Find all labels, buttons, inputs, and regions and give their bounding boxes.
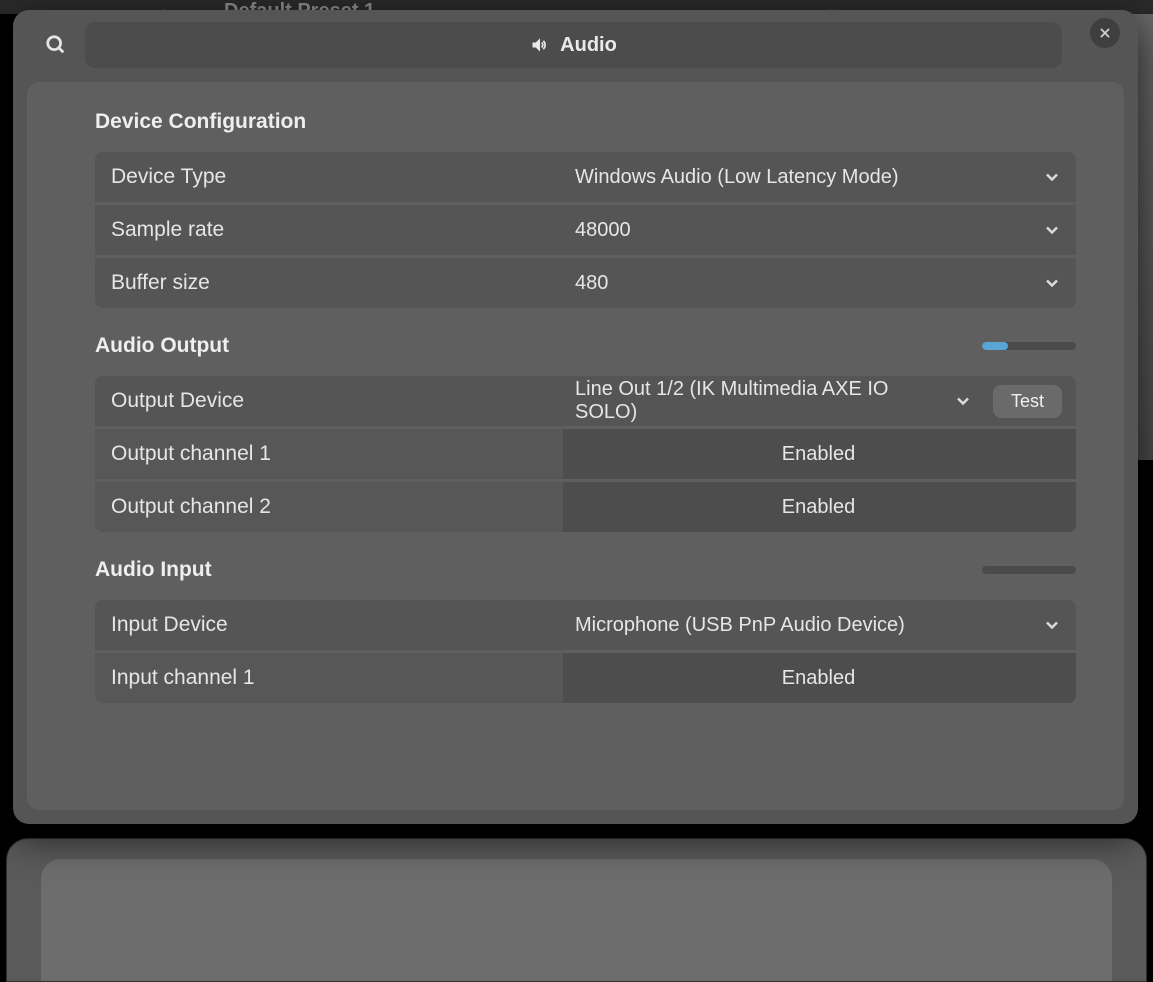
status-text: Enabled: [782, 496, 855, 519]
section-heading-label: Device Configuration: [95, 110, 306, 134]
section-audio-input-heading: Audio Input: [95, 558, 1076, 582]
status-text: Enabled: [782, 667, 855, 690]
section-heading-label: Audio Output: [95, 334, 229, 358]
output-level-fill: [982, 342, 1008, 350]
buffer-size-select[interactable]: 480: [563, 258, 1076, 308]
chevron-down-icon: [953, 391, 973, 411]
output-channel-2-status[interactable]: Enabled: [563, 482, 1076, 532]
output-level-meter: [982, 342, 1076, 350]
section-device-configuration-heading: Device Configuration: [95, 110, 1076, 134]
chevron-down-icon: [1042, 167, 1062, 187]
audio-settings-dialog: Audio Device Configuration Device Type W…: [13, 10, 1138, 824]
input-channel-1-row: Input channel 1 Enabled: [95, 653, 1076, 703]
sample-rate-label: Sample rate: [95, 205, 563, 255]
device-configuration-group: Device Type Windows Audio (Low Latency M…: [95, 152, 1076, 308]
buffer-size-value: 480: [575, 272, 608, 295]
dialog-header: Audio: [13, 10, 1138, 80]
section-audio-output-heading: Audio Output: [95, 334, 1076, 358]
dialog-title: Audio: [560, 34, 617, 57]
input-device-select[interactable]: Microphone (USB PnP Audio Device): [563, 600, 1076, 650]
dialog-title-bar: Audio: [85, 22, 1062, 68]
output-device-row[interactable]: Output Device Line Out 1/2 (IK Multimedi…: [95, 376, 1076, 426]
output-device-label: Output Device: [95, 376, 563, 426]
input-level-meter: [982, 566, 1076, 574]
chevron-down-icon: [1042, 273, 1062, 293]
input-channel-1-label: Input channel 1: [95, 653, 563, 703]
buffer-size-label: Buffer size: [95, 258, 563, 308]
chevron-down-icon: [1042, 615, 1062, 635]
audio-output-group: Output Device Line Out 1/2 (IK Multimedi…: [95, 376, 1076, 532]
speaker-icon: [530, 35, 550, 55]
section-heading-label: Audio Input: [95, 558, 212, 582]
output-channel-2-label: Output channel 2: [95, 482, 563, 532]
background-lower-panel: [6, 838, 1147, 982]
output-channel-1-status[interactable]: Enabled: [563, 429, 1076, 479]
background-lower-inner: [41, 859, 1112, 981]
buffer-size-row[interactable]: Buffer size 480: [95, 258, 1076, 308]
test-output-button[interactable]: Test: [993, 385, 1062, 418]
device-type-value: Windows Audio (Low Latency Mode): [575, 166, 899, 189]
output-device-value: Line Out 1/2 (IK Multimedia AXE IO SOLO): [575, 378, 917, 424]
sample-rate-select[interactable]: 48000: [563, 205, 1076, 255]
chevron-down-icon: [1042, 220, 1062, 240]
output-device-select[interactable]: Line Out 1/2 (IK Multimedia AXE IO SOLO)…: [563, 376, 1076, 426]
close-button[interactable]: [1090, 18, 1120, 48]
dialog-body: Device Configuration Device Type Windows…: [27, 82, 1124, 810]
input-device-row[interactable]: Input Device Microphone (USB PnP Audio D…: [95, 600, 1076, 650]
input-device-value: Microphone (USB PnP Audio Device): [575, 614, 905, 637]
sample-rate-row[interactable]: Sample rate 48000: [95, 205, 1076, 255]
device-type-select[interactable]: Windows Audio (Low Latency Mode): [563, 152, 1076, 202]
input-device-label: Input Device: [95, 600, 563, 650]
search-icon[interactable]: [45, 34, 67, 56]
audio-input-group: Input Device Microphone (USB PnP Audio D…: [95, 600, 1076, 703]
output-channel-1-label: Output channel 1: [95, 429, 563, 479]
device-type-row[interactable]: Device Type Windows Audio (Low Latency M…: [95, 152, 1076, 202]
status-text: Enabled: [782, 443, 855, 466]
sample-rate-value: 48000: [575, 219, 631, 242]
output-channel-2-row: Output channel 2 Enabled: [95, 482, 1076, 532]
output-channel-1-row: Output channel 1 Enabled: [95, 429, 1076, 479]
input-channel-1-status[interactable]: Enabled: [563, 653, 1076, 703]
device-type-label: Device Type: [95, 152, 563, 202]
